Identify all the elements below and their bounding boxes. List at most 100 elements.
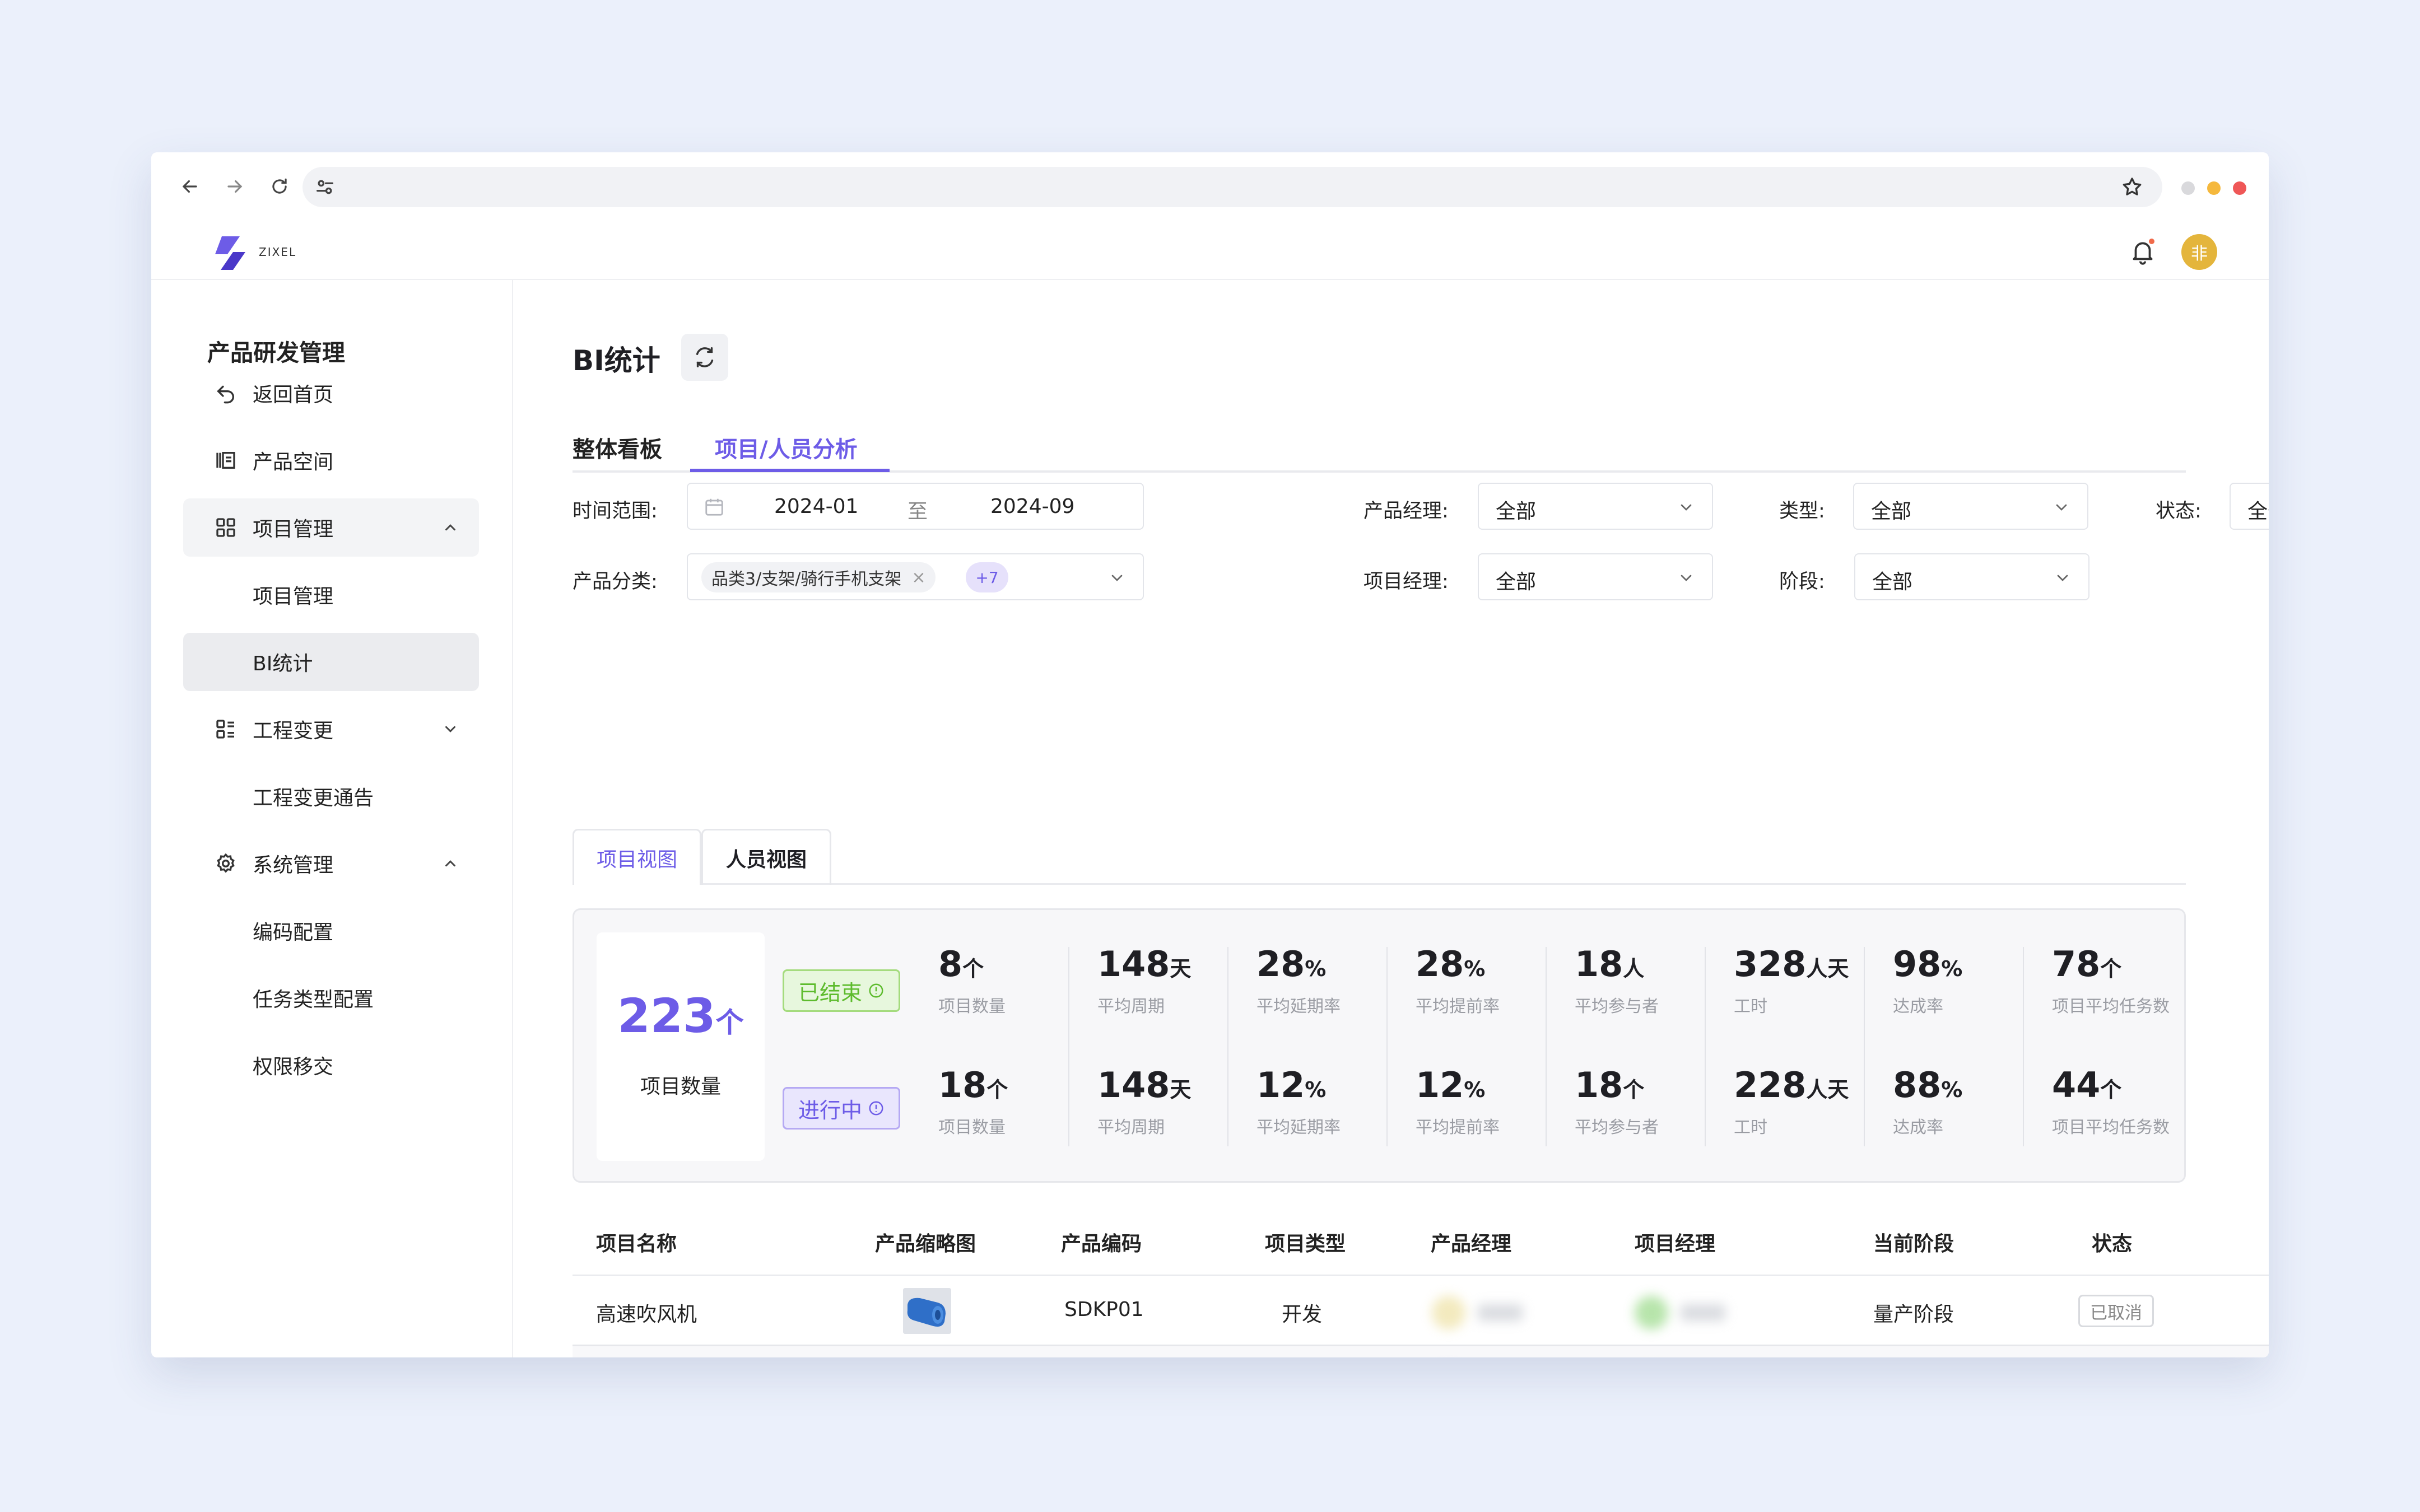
stat-label: 平均周期 [1097,1118,1165,1137]
product-thumbnail[interactable] [903,1288,951,1334]
sidebar-item-label: 权限移交 [253,1056,334,1079]
window-dot-close[interactable] [2233,181,2246,195]
stat-value: 44个 [2052,1065,2122,1105]
column-header[interactable]: 产品经理 [1431,1228,1511,1257]
user-avatar[interactable]: 非 [2181,234,2217,270]
back-button[interactable] [170,167,210,206]
sidebar-item-product-space[interactable]: 产品空间 [183,431,479,489]
sidebar: 产品研发管理 返回首页 产品空间 项目管理 项目管理 BI统计 工程变更 工程变… [151,280,513,1357]
zixel-logo-icon[interactable] [205,231,255,276]
tab-person-view[interactable]: 人员视图 [701,829,831,885]
more-categories-badge[interactable]: +7 [966,562,1008,592]
grid-icon [216,518,235,537]
stage-label: 阶段: [1779,571,1825,593]
date-range-start[interactable]: 2024-01 [774,495,858,518]
stat-value: 12% [1416,1065,1486,1105]
sidebar-subitem-task-type-config[interactable]: 任务类型配置 [183,969,479,1027]
sidebar-item-label: 任务类型配置 [253,988,374,1011]
column-header[interactable]: 状态 [2092,1228,2132,1257]
stat-label: 项目平均任务数 [2052,1118,2170,1137]
stats-panel: 223个 项目数量 已结束 进行中 8个 项目数量 148天 平均周期 28% 平均延期率… [573,908,2186,1183]
stat-value: 18个 [938,1065,1008,1105]
info-icon[interactable] [868,1100,885,1117]
main-content: BI统计 整体看板 项目/人员分析 时间范围: 2024-01 至 2024-0… [513,280,2269,1357]
stat-metric: 28% 平均提前率 [1416,944,1575,1017]
table-row[interactable]: 光电行业SDKP02开发量产阶段已结束 [573,1346,2269,1357]
close-icon[interactable]: × [911,568,925,587]
project-name[interactable]: 高速吹风机 [596,1298,697,1327]
project-manager-select[interactable]: 全部 [1478,553,1713,600]
sidebar-item-engineering-change[interactable]: 工程变更 [183,700,479,758]
sidebar-subitem-permission-transfer[interactable]: 权限移交 [183,1036,479,1094]
reload-button[interactable] [260,167,299,206]
sidebar-item-project-management[interactable]: 项目管理 [183,498,479,557]
select-value: 全部 [1496,500,1537,523]
date-range-separator: 至 [908,500,928,523]
active-tab-indicator [690,469,890,472]
sidebar-item-label: 返回首页 [253,384,334,407]
tab-overall-board[interactable]: 整体看板 [573,431,662,464]
info-icon[interactable] [868,982,885,999]
stat-metric: 148天 平均周期 [1097,944,1256,1017]
type-select[interactable]: 全部 [1853,483,2088,530]
refresh-button[interactable] [681,334,728,381]
sidebar-subitem-code-config[interactable]: 编码配置 [183,902,479,960]
total-projects-label: 项目数量 [640,1075,721,1098]
sidebar-item-label: 项目管理 [253,585,334,608]
undo-icon [217,385,234,404]
browser-toolbar [151,152,2269,221]
stage-select[interactable]: 全部 [1854,553,2089,600]
forward-button[interactable] [215,167,254,206]
status-select[interactable]: 全部 [2230,483,2269,530]
stat-metric: 148天 平均周期 [1097,1065,1256,1138]
logo-text: ZIXEL [259,245,297,259]
sidebar-subitem-project-management[interactable]: 项目管理 [183,566,479,624]
sidebar-subitem-change-notice[interactable]: 工程变更通告 [183,767,479,825]
sidebar-item-system-management[interactable]: 系统管理 [183,834,479,893]
tab-project-person-analysis[interactable]: 项目/人员分析 [715,431,858,464]
chevron-up-icon [445,860,455,867]
stat-metric: 12% 平均延期率 [1256,1065,1416,1138]
column-header[interactable]: 项目经理 [1635,1228,1715,1257]
column-header[interactable]: 项目名称 [596,1228,677,1257]
stat-label: 项目数量 [938,1118,1006,1137]
window-dot-maximize[interactable] [2207,181,2221,195]
sidebar-item-label: 系统管理 [253,854,334,877]
stat-metric: 18个 平均参与者 [1575,1065,1734,1138]
product-code: SDKP01 [1064,1298,1144,1321]
sidebar-item-label: BI统计 [253,652,313,675]
bookmark-star-icon[interactable] [2121,176,2143,198]
window-dot-minimize[interactable] [2181,181,2195,195]
sidebar-item-label: 项目管理 [253,518,334,541]
sidebar-subitem-bi-stats[interactable]: BI统计 [183,633,479,691]
column-header[interactable]: 当前阶段 [1873,1228,1954,1257]
site-settings-icon[interactable] [314,176,336,198]
column-header[interactable]: 产品编码 [1061,1228,1142,1257]
sidebar-item-home[interactable]: 返回首页 [183,364,479,422]
status-badge: 已取消 [2078,1295,2154,1327]
address-bar[interactable] [302,167,2162,207]
product-manager-cell [1432,1296,1523,1329]
chevron-down-icon [1681,504,1692,511]
stat-value: 328人天 [1734,944,1849,984]
chevron-down-icon [2056,504,2067,511]
category-chip: 品类3/支架/骑行手机支架 × [701,562,936,592]
column-header[interactable]: 产品缩略图 [875,1228,976,1257]
stat-label: 平均参与者 [1575,1118,1659,1137]
browser-window: ZIXEL 非 产品研发管理 返回首页 产品空间 项目管理 项目管理 BI统计 … [151,152,2269,1357]
stat-metric: 328人天 工时 [1734,944,1893,1017]
stat-metric: 78个 项目平均任务数 [2052,944,2211,1017]
stat-metric: 12% 平均提前率 [1416,1065,1575,1138]
time-range-label: 时间范围: [573,500,658,522]
notification-dot [2149,239,2154,244]
date-range-picker[interactable]: 2024-01 至 2024-09 [687,483,1144,530]
table-row[interactable]: 高速吹风机 SDKP01 开发 量产阶段 已取消 [573,1276,2269,1346]
column-header[interactable]: 项目类型 [1265,1228,1346,1257]
tab-project-view[interactable]: 项目视图 [573,829,701,885]
reload-icon [272,178,287,194]
date-range-end[interactable]: 2024-09 [990,495,1074,518]
category-select[interactable]: 品类3/支架/骑行手机支架 × +7 [687,553,1144,600]
stat-label: 平均提前率 [1416,1118,1500,1137]
app-header: ZIXEL 非 [151,221,2269,280]
product-manager-select[interactable]: 全部 [1478,483,1713,530]
